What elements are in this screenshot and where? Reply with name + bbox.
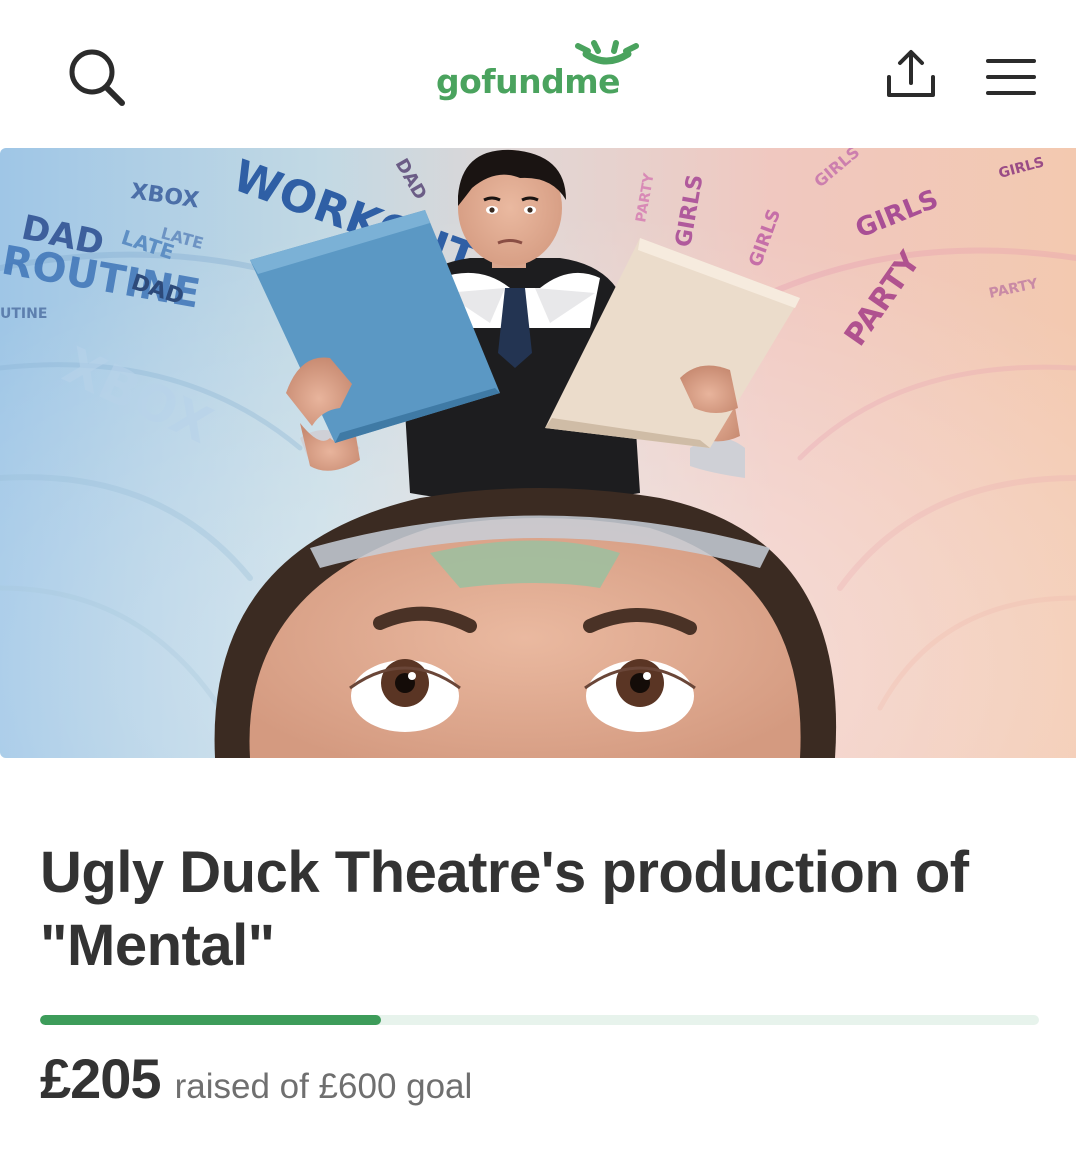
share-icon (887, 50, 935, 97)
raised-amount: £205 (40, 1047, 162, 1110)
raised-summary: £205 raised of £600 goal (40, 1046, 472, 1111)
search-icon (69, 49, 125, 106)
progress-bar-fill (40, 1015, 382, 1025)
hamburger-menu-icon (986, 59, 1036, 95)
sprout-icon (575, 40, 639, 65)
top-header: gofundme (0, 0, 1076, 148)
share-button[interactable] (878, 44, 944, 106)
campaign-hero-image[interactable]: DAD LATE ROUTINE XBOX WORKOUT DAD LATE U… (0, 148, 1076, 758)
goal-label: raised of £600 goal (174, 1067, 473, 1106)
fundraising-progress-bar (40, 1015, 1039, 1025)
hero-illustration: DAD LATE ROUTINE XBOX WORKOUT DAD LATE U… (0, 148, 1076, 758)
menu-button[interactable] (980, 52, 1042, 100)
search-button[interactable] (62, 44, 132, 110)
word-left-8: UTINE (0, 306, 47, 322)
gofundme-logo[interactable]: gofundme (432, 40, 652, 110)
campaign-title: Ugly Duck Theatre's production of "Menta… (40, 840, 969, 978)
